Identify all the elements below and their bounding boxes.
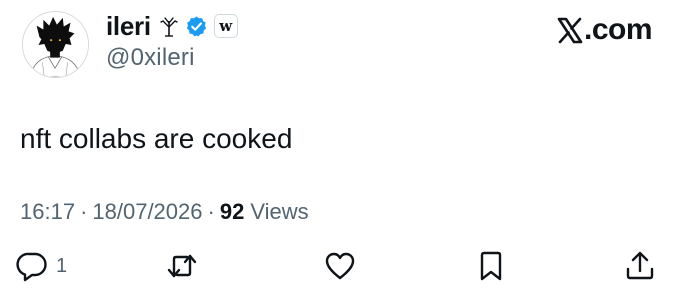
reply-button[interactable]: 1 — [16, 250, 67, 282]
sprout-tree-icon — [159, 15, 179, 37]
tweet-date[interactable]: 18/07/2026 — [92, 199, 202, 225]
brand-text: .com — [584, 13, 653, 46]
repost-button[interactable] — [166, 250, 198, 282]
repost-icon — [166, 250, 198, 282]
meta-separator: · — [207, 199, 215, 224]
bookmark-button[interactable] — [475, 250, 507, 282]
share-button[interactable] — [624, 250, 656, 282]
views-count: 92 — [219, 199, 245, 224]
reply-count: 1 — [56, 254, 68, 277]
action-bar: 1 — [0, 250, 680, 290]
reply-icon — [16, 250, 48, 282]
heart-icon — [324, 250, 356, 282]
avatar[interactable] — [22, 11, 89, 78]
avatar-image — [23, 12, 88, 77]
views-label: Views — [250, 199, 309, 224]
tweet-time[interactable]: 16:17 — [20, 199, 75, 225]
author-name-row: ileri w — [106, 10, 238, 42]
author-display-name[interactable]: ileri — [106, 11, 151, 42]
verified-badge-icon[interactable] — [185, 15, 208, 38]
x-logo-icon — [557, 17, 583, 44]
like-button[interactable] — [324, 250, 356, 282]
tweet-meta: 16:17 · 18/07/2026 · 92 Views — [20, 199, 309, 225]
tweet-text: nft collabs are cooked — [20, 123, 293, 154]
meta-separator: · — [80, 199, 88, 224]
author-handle[interactable]: @0xileri — [106, 44, 195, 72]
brand-watermark: .com — [557, 12, 653, 48]
share-icon — [624, 250, 656, 282]
affiliation-badge[interactable]: w — [213, 14, 238, 38]
bookmark-icon — [475, 250, 507, 282]
